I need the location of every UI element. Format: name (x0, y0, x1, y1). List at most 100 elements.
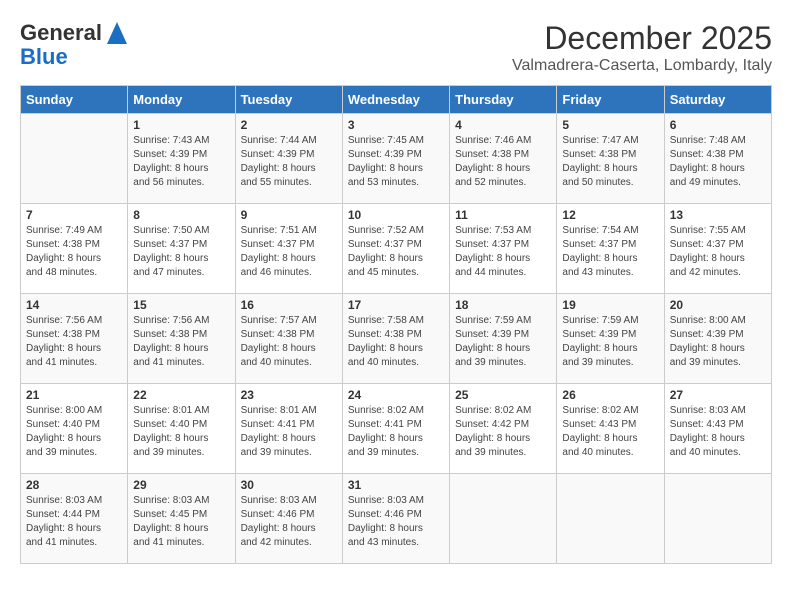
calendar-cell: 21Sunrise: 8:00 AM Sunset: 4:40 PM Dayli… (21, 384, 128, 474)
day-number: 27 (670, 388, 766, 402)
calendar-cell: 11 Sunrise: 7:53 AM Sunset: 4:37 PM Dayli… (450, 204, 557, 294)
logo-general: General (20, 20, 102, 46)
day-number: 24 (348, 388, 444, 402)
day-info: Sunrise: 8:03 AM Sunset: 4:45 PM Dayligh… (133, 494, 229, 550)
calendar-cell: 2Sunrise: 7:44 AM Sunset: 4:39 PM Daylig… (235, 114, 342, 204)
calendar-cell: 26 Sunrise: 8:02 AM Sunset: 4:43 PM Dayli… (557, 384, 664, 474)
calendar-cell: 7 Sunrise: 7:49 AM Sunset: 4:38 PM Daylig… (21, 204, 128, 294)
day-info: Sunrise: 8:02 AM Sunset: 4:41 PM Dayligh… (348, 404, 444, 460)
day-info: Sunrise: 7:47 AM Sunset: 4:38 PM Dayligh… (562, 134, 658, 190)
calendar-cell: 8 Sunrise: 7:50 AM Sunset: 4:37 PM Daylig… (128, 204, 235, 294)
day-info: Sunrise: 7:54 AM Sunset: 4:37 PM Dayligh… (562, 224, 658, 280)
calendar-table: SundayMondayTuesdayWednesdayThursdayFrid… (20, 85, 772, 564)
location-title: Valmadrera-Caserta, Lombardy, Italy (512, 57, 772, 75)
calendar-cell: 12 Sunrise: 7:54 AM Sunset: 4:37 PM Dayli… (557, 204, 664, 294)
day-info: Sunrise: 8:03 AM Sunset: 4:46 PM Dayligh… (241, 494, 337, 550)
header-cell-thursday: Thursday (450, 86, 557, 114)
day-number: 25 (455, 388, 551, 402)
day-info: Sunrise: 7:51 AM Sunset: 4:37 PM Dayligh… (241, 224, 337, 280)
day-info: Sunrise: 7:52 AM Sunset: 4:37 PM Dayligh… (348, 224, 444, 280)
week-row-2: 14 Sunrise: 7:56 AM Sunset: 4:38 PM Dayli… (21, 294, 772, 384)
day-info: Sunrise: 7:43 AM Sunset: 4:39 PM Dayligh… (133, 134, 229, 190)
day-number: 31 (348, 478, 444, 492)
header-cell-friday: Friday (557, 86, 664, 114)
day-info: Sunrise: 8:01 AM Sunset: 4:40 PM Dayligh… (133, 404, 229, 460)
calendar-cell: 24 Sunrise: 8:02 AM Sunset: 4:41 PM Dayli… (342, 384, 449, 474)
header-cell-sunday: Sunday (21, 86, 128, 114)
day-number: 29 (133, 478, 229, 492)
day-number: 8 (133, 208, 229, 222)
day-info: Sunrise: 7:56 AM Sunset: 4:38 PM Dayligh… (133, 314, 229, 370)
calendar-cell: 18 Sunrise: 7:59 AM Sunset: 4:39 PM Dayli… (450, 294, 557, 384)
day-number: 9 (241, 208, 337, 222)
day-number: 26 (562, 388, 658, 402)
header-cell-wednesday: Wednesday (342, 86, 449, 114)
day-number: 14 (26, 298, 122, 312)
day-number: 20 (670, 298, 766, 312)
day-info: Sunrise: 7:58 AM Sunset: 4:38 PM Dayligh… (348, 314, 444, 370)
calendar-cell: 6Sunrise: 7:48 AM Sunset: 4:38 PM Daylig… (664, 114, 771, 204)
calendar-cell: 28 Sunrise: 8:03 AM Sunset: 4:44 PM Dayli… (21, 474, 128, 564)
day-number: 11 (455, 208, 551, 222)
title-block: December 2025 Valmadrera-Caserta, Lombar… (512, 20, 772, 75)
calendar-cell: 20 Sunrise: 8:00 AM Sunset: 4:39 PM Dayli… (664, 294, 771, 384)
day-info: Sunrise: 8:03 AM Sunset: 4:43 PM Dayligh… (670, 404, 766, 460)
day-number: 1 (133, 118, 229, 132)
day-info: Sunrise: 7:44 AM Sunset: 4:39 PM Dayligh… (241, 134, 337, 190)
day-info: Sunrise: 7:57 AM Sunset: 4:38 PM Dayligh… (241, 314, 337, 370)
calendar-cell: 5 Sunrise: 7:47 AM Sunset: 4:38 PM Daylig… (557, 114, 664, 204)
calendar-cell: 19Sunrise: 7:59 AM Sunset: 4:39 PM Dayli… (557, 294, 664, 384)
day-info: Sunrise: 7:53 AM Sunset: 4:37 PM Dayligh… (455, 224, 551, 280)
day-info: Sunrise: 8:03 AM Sunset: 4:46 PM Dayligh… (348, 494, 444, 550)
calendar-header: SundayMondayTuesdayWednesdayThursdayFrid… (21, 86, 772, 114)
day-number: 22 (133, 388, 229, 402)
day-number: 12 (562, 208, 658, 222)
calendar-cell: 14 Sunrise: 7:56 AM Sunset: 4:38 PM Dayli… (21, 294, 128, 384)
day-info: Sunrise: 7:50 AM Sunset: 4:37 PM Dayligh… (133, 224, 229, 280)
day-info: Sunrise: 7:55 AM Sunset: 4:37 PM Dayligh… (670, 224, 766, 280)
calendar-cell: 29 Sunrise: 8:03 AM Sunset: 4:45 PM Dayli… (128, 474, 235, 564)
day-number: 28 (26, 478, 122, 492)
day-number: 5 (562, 118, 658, 132)
day-number: 7 (26, 208, 122, 222)
calendar-cell: 23Sunrise: 8:01 AM Sunset: 4:41 PM Dayli… (235, 384, 342, 474)
header-cell-saturday: Saturday (664, 86, 771, 114)
calendar-cell: 4Sunrise: 7:46 AM Sunset: 4:38 PM Daylig… (450, 114, 557, 204)
day-info: Sunrise: 8:03 AM Sunset: 4:44 PM Dayligh… (26, 494, 122, 550)
page-header: General Blue December 2025 Valmadrera-Ca… (20, 20, 772, 75)
day-number: 3 (348, 118, 444, 132)
logo: General Blue (20, 20, 127, 70)
calendar-cell: 3Sunrise: 7:45 AM Sunset: 4:39 PM Daylig… (342, 114, 449, 204)
day-info: Sunrise: 8:02 AM Sunset: 4:42 PM Dayligh… (455, 404, 551, 460)
day-info: Sunrise: 7:59 AM Sunset: 4:39 PM Dayligh… (562, 314, 658, 370)
calendar-cell: 16 Sunrise: 7:57 AM Sunset: 4:38 PM Dayli… (235, 294, 342, 384)
day-info: Sunrise: 8:00 AM Sunset: 4:39 PM Dayligh… (670, 314, 766, 370)
week-row-1: 7 Sunrise: 7:49 AM Sunset: 4:38 PM Daylig… (21, 204, 772, 294)
day-number: 13 (670, 208, 766, 222)
day-number: 15 (133, 298, 229, 312)
day-number: 17 (348, 298, 444, 312)
day-info: Sunrise: 8:00 AM Sunset: 4:40 PM Dayligh… (26, 404, 122, 460)
calendar-cell: 25 Sunrise: 8:02 AM Sunset: 4:42 PM Dayli… (450, 384, 557, 474)
calendar-cell: 10Sunrise: 7:52 AM Sunset: 4:37 PM Dayli… (342, 204, 449, 294)
calendar-cell: 22 Sunrise: 8:01 AM Sunset: 4:40 PM Dayli… (128, 384, 235, 474)
calendar-cell (450, 474, 557, 564)
calendar-cell: 9 Sunrise: 7:51 AM Sunset: 4:37 PM Daylig… (235, 204, 342, 294)
calendar-cell (557, 474, 664, 564)
day-number: 30 (241, 478, 337, 492)
day-info: Sunrise: 8:02 AM Sunset: 4:43 PM Dayligh… (562, 404, 658, 460)
calendar-cell: 31 Sunrise: 8:03 AM Sunset: 4:46 PM Dayli… (342, 474, 449, 564)
calendar-cell: 15 Sunrise: 7:56 AM Sunset: 4:38 PM Dayli… (128, 294, 235, 384)
day-number: 18 (455, 298, 551, 312)
day-info: Sunrise: 7:48 AM Sunset: 4:38 PM Dayligh… (670, 134, 766, 190)
day-info: Sunrise: 7:56 AM Sunset: 4:38 PM Dayligh… (26, 314, 122, 370)
day-info: Sunrise: 7:49 AM Sunset: 4:38 PM Dayligh… (26, 224, 122, 280)
day-number: 4 (455, 118, 551, 132)
day-number: 16 (241, 298, 337, 312)
logo-blue: Blue (20, 44, 68, 70)
day-info: Sunrise: 7:59 AM Sunset: 4:39 PM Dayligh… (455, 314, 551, 370)
week-row-3: 21Sunrise: 8:00 AM Sunset: 4:40 PM Dayli… (21, 384, 772, 474)
calendar-cell: 17 Sunrise: 7:58 AM Sunset: 4:38 PM Dayli… (342, 294, 449, 384)
header-cell-tuesday: Tuesday (235, 86, 342, 114)
day-number: 23 (241, 388, 337, 402)
